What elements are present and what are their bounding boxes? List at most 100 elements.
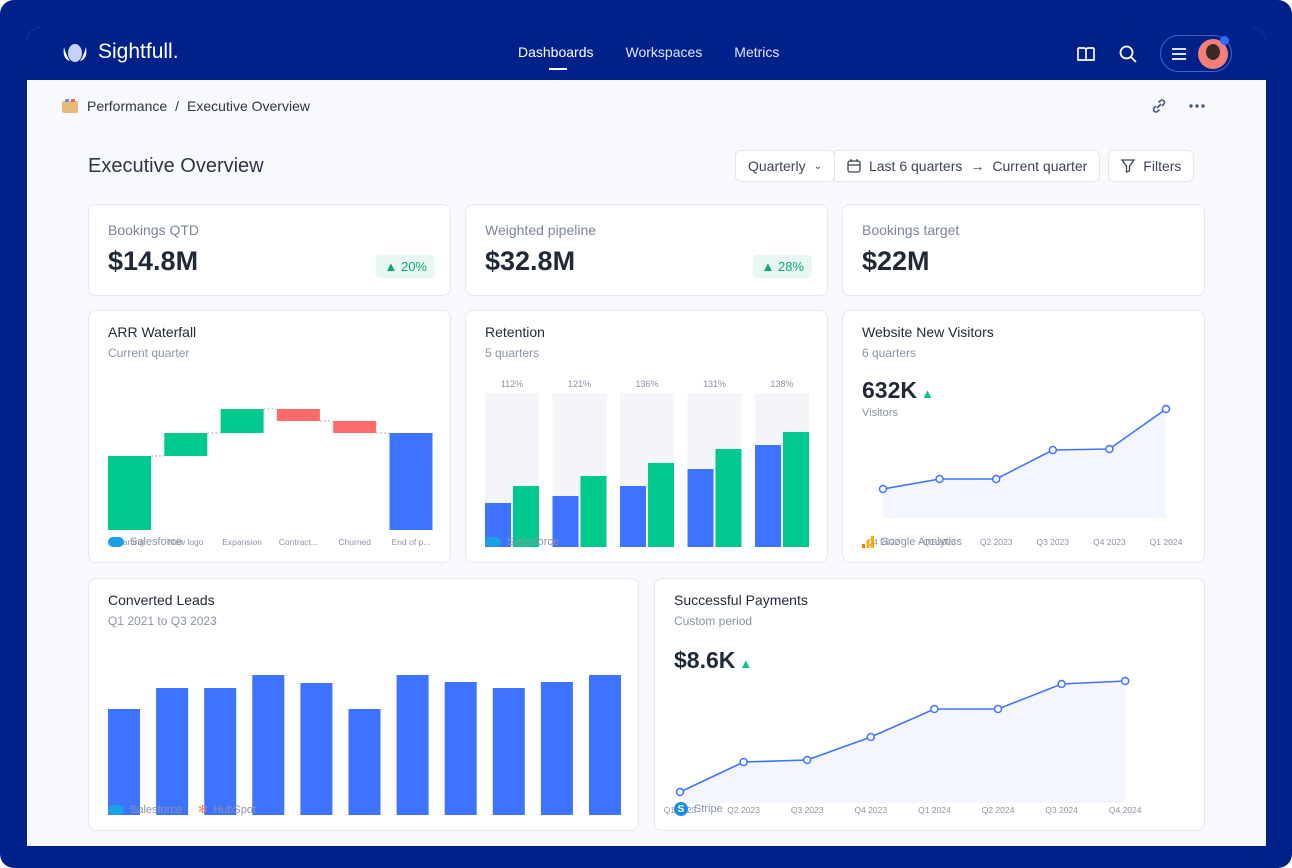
x-tick-label: Q4 2023 (1093, 537, 1126, 547)
leads-bar (252, 675, 285, 815)
more-icon[interactable] (1188, 97, 1206, 115)
breadcrumb-parent[interactable]: Performance (87, 98, 167, 114)
calendar-icon (847, 159, 861, 173)
breadcrumb-current: Executive Overview (187, 98, 310, 114)
x-tick-label: Q3 2023 (791, 805, 824, 815)
salesforce-icon (485, 537, 501, 547)
metric-value: 632K ▲ (862, 377, 934, 404)
card-converted-leads[interactable]: Converted Leads Q1 2021 to Q3 2023 Sales… (88, 578, 639, 831)
leads-bar (540, 682, 573, 815)
retention-chart: 112% 121% 136% 131% 138% (485, 379, 809, 547)
change-value: 20% (400, 259, 427, 274)
retention-bar-green (783, 432, 809, 547)
hamburger-icon (1172, 47, 1186, 60)
retention-bar-blue (620, 486, 646, 547)
up-triangle-icon: ▲ (739, 656, 753, 671)
change-badge: ▲ 28% (753, 255, 812, 278)
breadcrumb-separator: / (175, 98, 180, 114)
period-select[interactable]: Quarterly ⌄ (735, 150, 835, 182)
stripe-icon: S (674, 802, 688, 816)
data-point (1161, 404, 1171, 414)
logo[interactable]: Sightfull. (60, 40, 179, 64)
visitors-chart: Q4 2022 Q1 2023 Q2 2023 Q3 2023 Q4 2023 Q1 20… (867, 404, 1183, 547)
data-point (802, 755, 812, 765)
data-point (1057, 679, 1066, 689)
range-to: Current quarter (992, 158, 1088, 174)
up-triangle-icon: ▲ (920, 386, 934, 401)
x-tick-label: Q2 2023 (980, 537, 1013, 547)
retention-bar-green (648, 463, 674, 547)
source-label: Salesforce (130, 536, 182, 548)
waterfall-bar (389, 433, 433, 530)
retention-bar-green (715, 449, 742, 547)
card-retention[interactable]: Retention 5 quarters 112% 121% 136% 131% 138… (465, 310, 828, 563)
data-point (739, 757, 748, 767)
filters-button[interactable]: Filters (1108, 150, 1195, 182)
kpi-label: Weighted pipeline (485, 222, 597, 238)
card-arr-waterfall[interactable]: ARR Waterfall Current quarter Starting Ne… (88, 310, 451, 563)
retention-label: 131% (703, 379, 726, 389)
source-label: HubSpot (213, 803, 257, 816)
leads-bar (348, 709, 381, 815)
leads-bar (300, 683, 333, 815)
leads-bar (108, 709, 140, 815)
retention-label: 121% (568, 379, 591, 389)
leads-bar (396, 675, 429, 815)
x-tick-label: Churned (338, 537, 371, 547)
value-label: Visitors (862, 407, 898, 419)
date-range-picker[interactable]: Last 6 quarters → Current quarter (833, 150, 1101, 182)
area-fill (883, 409, 1166, 518)
data-point (993, 704, 1003, 714)
nav-workspaces[interactable]: Workspaces (626, 44, 703, 60)
kpi-value: $32.8M (485, 246, 576, 276)
filters-label: Filters (1143, 158, 1182, 174)
source: S Stripe (674, 802, 723, 816)
metric-value: $8.6K ▲ (674, 647, 752, 674)
period-select-value: Quarterly (748, 158, 806, 174)
area-fill (680, 681, 1126, 803)
salesforce-icon (108, 804, 124, 815)
x-tick-label: Q1 2024 (918, 805, 951, 815)
data-point (878, 484, 888, 494)
source: Salesforce ✻ HubSpot (108, 803, 256, 816)
x-tick-label: End of p... (392, 537, 431, 547)
data-point (991, 474, 1001, 484)
user-menu-button[interactable] (1160, 35, 1232, 72)
book-icon[interactable] (1076, 45, 1096, 63)
breadcrumb: Performance / Executive Overview (61, 98, 310, 114)
salesforce-icon (108, 537, 124, 547)
data-point (1105, 444, 1114, 454)
x-tick-label: Q1 2024 (1150, 537, 1183, 547)
range-from: Last 6 quarters (868, 158, 963, 174)
link-icon[interactable] (1150, 97, 1168, 115)
card-website-visitors[interactable]: Website New Visitors 6 quarters Q4 2022 Q… (842, 310, 1205, 563)
source-label: Salesforce (130, 803, 182, 816)
payments-value: $8.6K (674, 647, 736, 673)
kpi-card-bookings-target[interactable]: Bookings target $22M (842, 204, 1205, 296)
nav-dashboards[interactable]: Dashboards (518, 44, 594, 70)
x-tick-label: Q3 2023 (1036, 537, 1069, 547)
arrow-right-icon: → (970, 158, 985, 174)
kpi-value: $14.8M (108, 246, 199, 276)
nav-metrics[interactable]: Metrics (734, 44, 779, 60)
kpi-card-bookings-qtd[interactable]: Bookings QTD $14.8M ▲ 20% (88, 204, 451, 296)
x-tick-label: Q4 2023 (854, 805, 887, 815)
waterfall-bar (276, 409, 320, 421)
visitors-value: 632K (862, 377, 917, 403)
search-icon[interactable] (1118, 44, 1138, 64)
kpi-card-weighted-pipeline[interactable]: Weighted pipeline $32.8M ▲ 28% (465, 204, 828, 296)
x-tick-label: Q3 2024 (1045, 805, 1078, 815)
hubspot-icon: ✻ (197, 804, 208, 816)
data-point (1120, 676, 1130, 686)
top-nav: Sightfull. Dashboards Workspaces Metrics (27, 27, 1266, 80)
x-tick-label: Q4 2024 (1109, 805, 1142, 815)
data-point (1048, 445, 1058, 455)
data-point (935, 474, 944, 484)
waterfall-bar (108, 456, 151, 530)
source-label: Salesforce (507, 536, 559, 548)
kpi-label: Bookings target (862, 222, 960, 238)
payments-chart: Q1 2023Q2 2023Q3 2023Q4 2023Q1 2024Q2 20… (664, 676, 1142, 815)
card-successful-payments[interactable]: Successful Payments Custom period Q1 202… (654, 578, 1205, 831)
chevron-down-icon: ⌄ (813, 160, 822, 172)
x-tick-label: Q2 2024 (982, 805, 1015, 815)
